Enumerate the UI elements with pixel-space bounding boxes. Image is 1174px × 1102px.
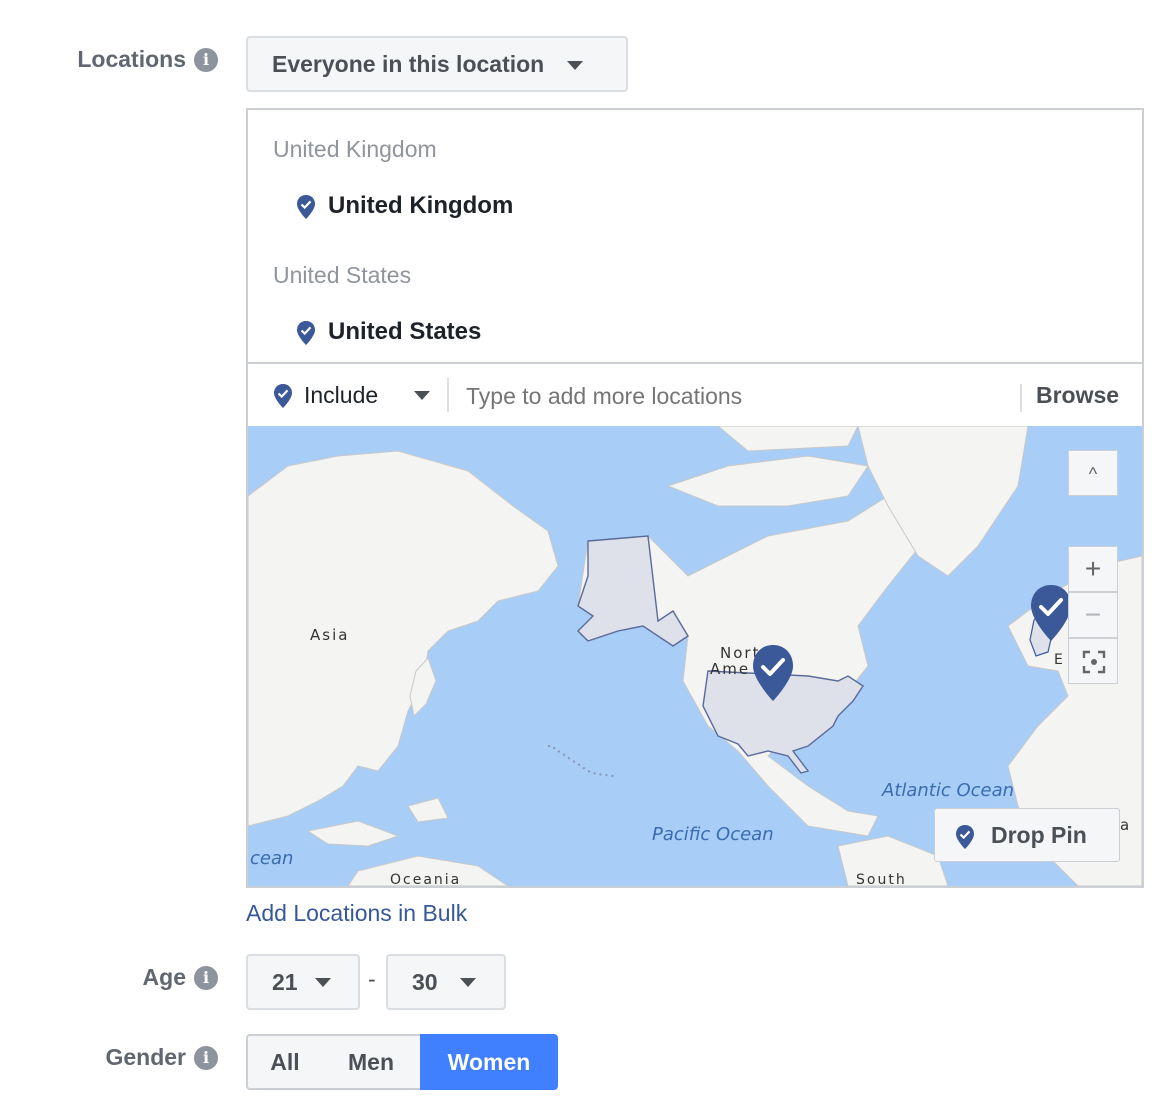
map-label-south: South [856,872,907,886]
divider [1020,384,1022,412]
map-collapse-button[interactable]: ^ [1068,450,1118,496]
age-min-value: 21 [272,969,298,995]
age-separator: - [368,966,376,992]
minus-icon: − [1084,599,1102,630]
map-zoom-out-button[interactable]: − [1068,592,1118,638]
browse-button[interactable]: Browse [1036,364,1119,426]
include-dropdown[interactable]: Include [304,364,438,426]
map-label-asia: Asia [310,626,350,644]
age-max-value: 30 [412,969,438,995]
divider [447,378,449,412]
map-zoom-in-button[interactable]: + [1068,546,1118,592]
chevron-down-icon [414,391,430,400]
gender-option-women[interactable]: Women [420,1034,558,1090]
location-search-row: Include Browse [248,362,1142,428]
map-label-north-america-2: Ame [710,660,751,678]
audience-location-dropdown-label: Everyone in this location [272,51,545,77]
location-item-us[interactable]: United States [328,318,481,346]
locations-label: Locations [77,46,186,72]
map-label-ocean-left: cean [250,848,294,869]
land-islands [306,797,449,847]
include-pin-icon [274,384,292,408]
age-min-select[interactable]: 21 [246,954,360,1010]
land-asia [248,450,559,827]
gender-option-all[interactable]: All [246,1034,324,1090]
chevron-down-icon [315,978,331,987]
add-locations-bulk-link[interactable]: Add Locations in Bulk [246,900,467,927]
location-pin-icon [297,195,315,219]
location-pin-icon [956,825,974,849]
map-marker-uk-icon[interactable] [1029,584,1073,642]
locations-info-icon[interactable]: i [194,48,218,72]
map-label-atlantic: Atlantic Ocean [882,780,1015,801]
map-label-oceania: Oceania [390,872,462,886]
map-marker-us-icon[interactable] [751,644,795,702]
audience-location-dropdown[interactable]: Everyone in this location [246,36,628,92]
land-arctic [666,426,869,507]
map-fit-bounds-button[interactable] [1068,638,1118,684]
chevron-down-icon [460,978,476,987]
location-group-header-us: United States [273,262,412,288]
gender-info-icon[interactable]: i [194,1046,218,1070]
age-max-select[interactable]: 30 [386,954,506,1010]
map-label-africa-fragment: a [1120,816,1130,834]
include-dropdown-label: Include [304,382,379,408]
gender-option-men[interactable]: Men [322,1034,422,1090]
map-label-europe-fragment: E [1054,652,1063,668]
plus-icon: + [1084,553,1102,584]
age-info-icon[interactable]: i [194,966,218,990]
drop-pin-button[interactable]: Drop Pin [934,808,1120,862]
chevron-up-icon: ^ [1088,464,1098,484]
location-item-uk[interactable]: United Kingdom [328,192,513,220]
drop-pin-label: Drop Pin [991,822,1087,848]
location-search-input[interactable] [464,374,1008,418]
age-label: Age [142,964,186,990]
fit-bounds-icon [1082,650,1106,674]
map-label-pacific: Pacific Ocean [652,824,774,845]
location-map[interactable]: Asia Nort Ame Atlantic Ocean Pacific Oce… [248,426,1142,886]
land-hawaii [548,745,615,777]
locations-box: United Kingdom United Kingdom United Sta… [246,108,1144,888]
location-group-header-uk: United Kingdom [273,136,437,162]
gender-label: Gender [105,1044,186,1070]
location-pin-icon [297,321,315,345]
chevron-down-icon [566,61,583,71]
